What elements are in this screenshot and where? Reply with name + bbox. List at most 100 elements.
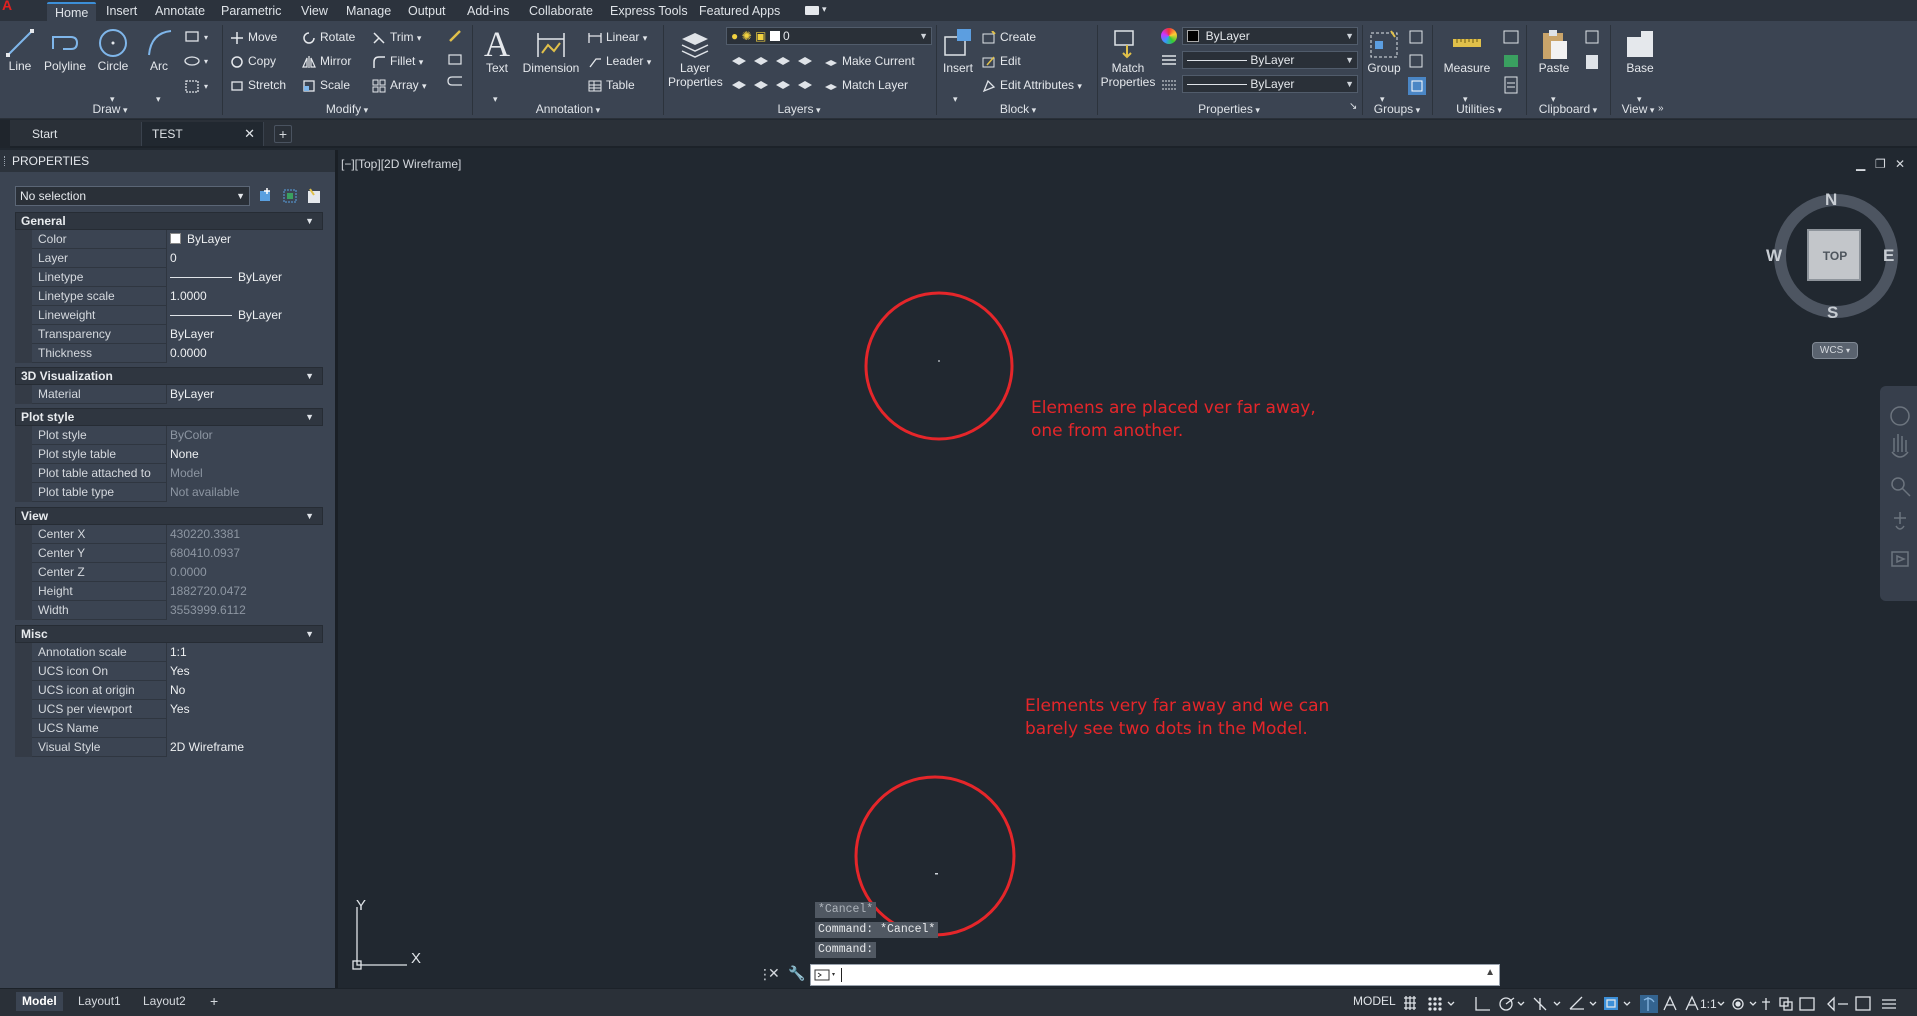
prop-row-visual-style[interactable]: Visual Style 2D Wireframe [32,738,323,757]
category-general[interactable]: General ▼ [15,212,323,230]
group-tools-icons[interactable] [1408,29,1426,99]
layer-properties-button[interactable]: Layer Properties [668,27,723,89]
prop-row-ucs-icon-on[interactable]: UCS icon On Yes [32,662,323,681]
command-input[interactable]: ▲ [810,964,1500,986]
paste-button[interactable]: Paste [1532,27,1576,75]
base-view-button[interactable]: Base [1618,27,1662,75]
group-button[interactable]: Group [1364,27,1404,75]
quick-properties-icon[interactable] [1799,997,1815,1011]
block-panel-title[interactable]: Block [938,101,1098,117]
dimension-button[interactable]: Dimension [520,27,582,75]
snap-icon[interactable] [1428,997,1442,1011]
edit-attributes-button[interactable]: Edit Attributes ▾ [982,76,1082,94]
array-button[interactable]: Array ▾ [372,76,427,94]
modify-small-tools-icon[interactable] [446,29,466,99]
layout-tab-layout1[interactable]: Layout1 [72,992,127,1011]
customize-wrench-icon[interactable]: 🔧 [788,965,805,982]
prop-row-plot-style-table[interactable]: Plot style table None [32,445,323,464]
category-plot-style[interactable]: Plot style ▼ [15,408,323,426]
circle-button[interactable]: Circle [94,27,132,73]
groups-panel-title[interactable]: Groups [1364,101,1430,117]
prop-value[interactable]: ByLayer [166,306,323,325]
pan-icon[interactable] [1891,434,1909,458]
prop-row-linetype-scale[interactable]: Linetype scale 1.0000 [32,287,323,306]
color-dropdown[interactable]: ByLayer ▼ [1182,27,1358,45]
tab-output[interactable]: Output [400,2,454,21]
palette-title-bar[interactable]: PROPERTIES [0,150,335,172]
measure-button[interactable]: Measure [1440,27,1494,75]
linear-button[interactable]: Linear ▾ [588,28,647,46]
prop-row-linetype[interactable]: Linetype ByLayer [32,268,323,287]
fillet-button[interactable]: Fillet ▾ [372,52,423,70]
prop-value[interactable]: Yes [166,700,323,719]
command-history-toggle-icon[interactable]: ▲ [1485,967,1495,978]
prop-value[interactable]: 0 [166,249,323,268]
clipboard-tools-icons[interactable] [1584,29,1602,75]
prop-value[interactable]: Yes [166,662,323,681]
chevron-down-icon[interactable] [1553,1001,1561,1006]
text-button[interactable]: A Text [480,26,514,75]
prop-value[interactable]: 1:1 [166,643,323,662]
layer-tools-icons[interactable] [730,51,818,95]
tab-insert[interactable]: Insert [98,2,145,21]
tab-view[interactable]: View [293,2,336,21]
ribbon-more-icon[interactable]: » [1658,103,1664,114]
clean-screen-icon[interactable] [1855,996,1871,1011]
prop-value[interactable]: ByLayer [166,268,323,287]
prop-value[interactable]: No [166,681,323,700]
prop-value[interactable]: ByLayer [166,230,323,249]
layout-tab-layout2[interactable]: Layout2 [137,992,192,1011]
model-space-toggle[interactable]: MODEL [1353,994,1396,1008]
modify-panel-title[interactable]: Modify [224,101,470,117]
lineweight-dropdown[interactable]: ByLayer ▼ [1182,75,1358,93]
toggle-pickadd-icon[interactable] [260,188,270,201]
prop-row-material[interactable]: Material ByLayer [32,385,323,404]
new-layout-button[interactable]: + [204,992,224,1011]
prop-row-color[interactable]: Color ByLayer [32,230,323,249]
select-objects-icon[interactable] [283,189,297,203]
prop-value[interactable]: 1.0000 [166,287,323,306]
draw-small-tools-icon[interactable]: ▾ ▾ ▾ [184,29,214,99]
customization-menu-icon[interactable] [1882,999,1896,1009]
osnap-icon[interactable] [1604,997,1618,1010]
tab-addins[interactable]: Add-ins [459,2,517,21]
viewport-controls-label[interactable]: [−][Top][2D Wireframe] [341,157,461,171]
category-3d-visualization[interactable]: 3D Visualization ▼ [15,367,323,385]
prop-row-lineweight[interactable]: Lineweight ByLayer [32,306,323,325]
copy-button[interactable]: Copy [230,52,276,70]
line-button[interactable]: Line [2,27,38,73]
close-icon[interactable]: ✕ [244,122,255,146]
annotation-panel-title[interactable]: Annotation [474,101,662,117]
category-misc[interactable]: Misc ▼ [15,625,323,643]
move-button[interactable]: Move [230,28,277,46]
tab-collaborate[interactable]: Collaborate [521,2,601,21]
object-snap-tracking-icon[interactable] [1569,996,1584,1010]
tab-test[interactable]: TEST ✕ [142,122,264,146]
match-properties-button[interactable]: Match Properties [1100,27,1156,89]
compass-w[interactable]: W [1766,246,1782,266]
prop-row-thickness[interactable]: Thickness 0.0000 [32,344,323,363]
tab-express-tools[interactable]: Express Tools [602,2,696,21]
close-icon[interactable]: ✕ [1895,157,1905,171]
prop-row-ucs-name[interactable]: UCS Name [32,719,323,738]
isodraft-icon[interactable] [1533,997,1547,1011]
prop-value[interactable]: 2D Wireframe [166,738,323,757]
wcs-menu[interactable]: WCS ▾ [1812,342,1858,359]
utilities-panel-title[interactable]: Utilities [1434,101,1524,117]
tab-featured-apps[interactable]: Featured Apps [691,2,788,21]
panel-launcher-icon[interactable]: ↘ [1349,101,1357,112]
prop-value[interactable]: None [166,445,323,464]
restore-icon[interactable]: ❐ [1875,157,1886,171]
steering-wheel-icon[interactable] [1890,406,1910,426]
tab-annotate[interactable]: Annotate [147,2,213,21]
ortho-icon[interactable] [1475,997,1490,1011]
clipboard-panel-title[interactable]: Clipboard [1528,101,1608,117]
edit-block-button[interactable]: Edit [982,52,1021,70]
quick-select-icon[interactable] [308,188,320,203]
command-prompt-icon[interactable] [814,968,838,985]
tab-manage[interactable]: Manage [338,2,399,21]
close-icon[interactable]: ✕ [768,965,780,982]
utilities-tools-icons[interactable] [1502,29,1520,99]
chevron-down-icon[interactable] [1447,1001,1455,1006]
insert-block-button[interactable]: Insert [940,27,976,75]
